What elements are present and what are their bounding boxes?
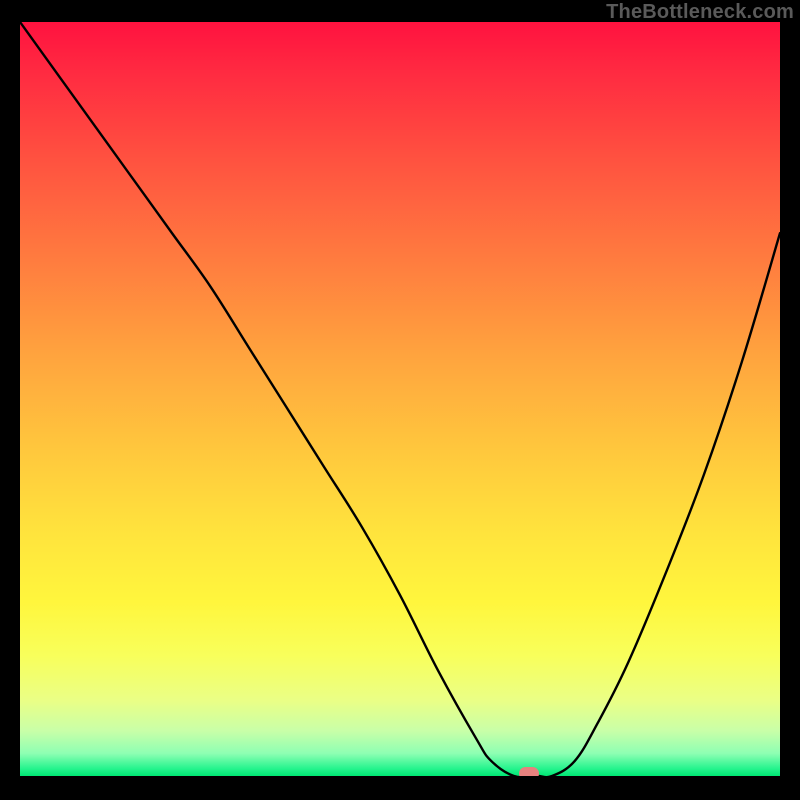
watermark-text: TheBottleneck.com bbox=[606, 1, 794, 24]
chart-container: TheBottleneck.com bbox=[0, 0, 800, 800]
plot-area bbox=[20, 22, 780, 776]
dip-marker bbox=[519, 767, 539, 776]
bottleneck-curve bbox=[20, 22, 780, 776]
